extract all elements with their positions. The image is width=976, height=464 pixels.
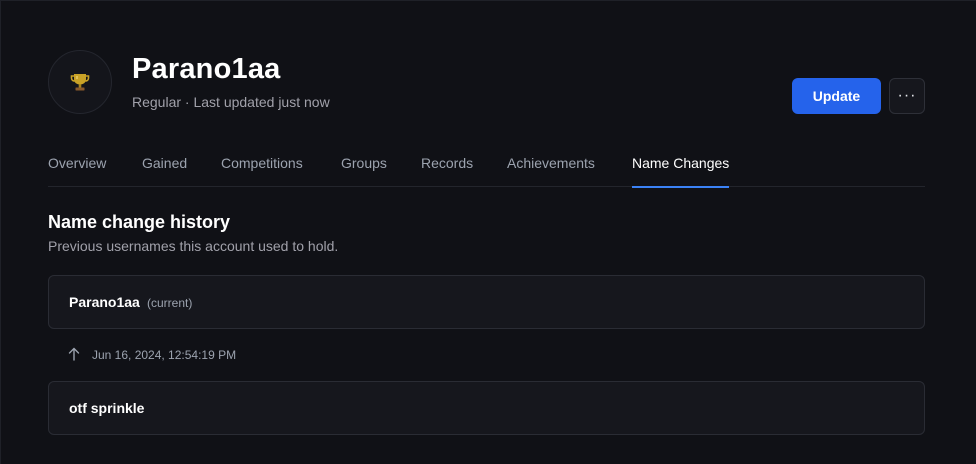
tab-gained[interactable]: Gained: [142, 155, 187, 187]
more-options-button[interactable]: ···: [889, 78, 925, 114]
previous-name: otf sprinkle: [69, 400, 145, 416]
change-date: Jun 16, 2024, 12:54:19 PM: [92, 348, 237, 362]
current-tag: (current): [147, 296, 193, 310]
update-button[interactable]: Update: [792, 78, 881, 114]
more-horizontal-icon: ···: [897, 87, 917, 104]
tab-groups[interactable]: Groups: [341, 155, 387, 187]
app-frame: Parano1aa Regular · Last updated just no…: [0, 0, 976, 464]
section-description: Previous usernames this account used to …: [48, 238, 339, 254]
trophy-icon: [69, 71, 91, 93]
profile-tabs: Overview Gained Competitions Groups Reco…: [48, 147, 925, 188]
name-card-previous: otf sprinkle: [48, 381, 925, 435]
tab-records[interactable]: Records: [421, 155, 473, 187]
avatar: [48, 50, 112, 114]
current-name: Parano1aa: [69, 294, 140, 310]
tab-overview[interactable]: Overview: [48, 155, 106, 187]
tab-competitions[interactable]: Competitions: [221, 155, 303, 187]
tab-name-changes[interactable]: Name Changes: [632, 155, 730, 188]
name-card-current: Parano1aa (current): [48, 275, 925, 329]
section-title: Name change history: [48, 212, 231, 232]
player-name: Parano1aa: [132, 53, 281, 85]
player-subtitle: Regular · Last updated just now: [132, 94, 330, 110]
player-header: Parano1aa Regular · Last updated just no…: [48, 50, 925, 114]
tab-achievements[interactable]: Achievements: [507, 155, 595, 187]
